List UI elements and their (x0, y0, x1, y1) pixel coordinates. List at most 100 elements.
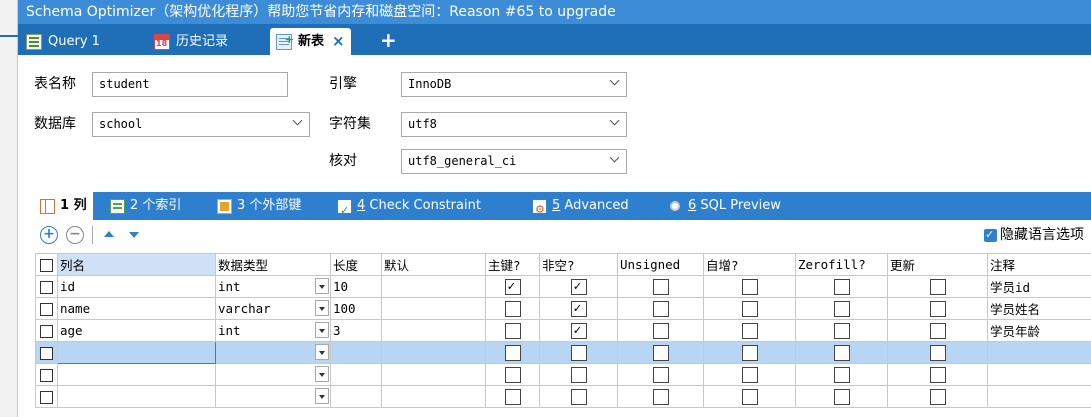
remove-column-icon[interactable]: − (66, 226, 84, 244)
header-not-null[interactable]: 非空? (539, 253, 618, 276)
header-auto-increment[interactable]: 自增? (703, 253, 796, 276)
cell-auto-increment[interactable] (703, 385, 796, 408)
cell-primary-key[interactable] (485, 319, 540, 342)
cell-unsigned[interactable] (617, 363, 704, 386)
cell-default[interactable] (381, 297, 486, 320)
tab-foreign-keys[interactable]: 3 个外部键 (217, 192, 301, 220)
cell-not-null[interactable] (539, 319, 618, 342)
tab-history[interactable]: 历史记录 (154, 28, 228, 55)
header-unsigned[interactable]: Unsigned (617, 253, 704, 276)
dropdown-arrow-icon[interactable] (315, 300, 329, 316)
tab-sql-preview[interactable]: 6 SQL Preview (670, 192, 781, 220)
collation-select[interactable]: utf8_general_ci (401, 149, 627, 174)
cell-default[interactable] (381, 319, 486, 342)
cell-primary-key[interactable] (485, 385, 540, 408)
table-row[interactable] (35, 363, 1091, 386)
cell-column-name[interactable] (57, 363, 216, 386)
table-row[interactable]: idint 10 学员id (35, 275, 1091, 298)
cell-data-type[interactable]: int (215, 319, 331, 342)
row-select-checkbox[interactable] (35, 363, 58, 386)
cell-update[interactable] (887, 385, 988, 408)
table-row[interactable] (35, 341, 1091, 364)
row-select-checkbox[interactable] (35, 275, 58, 298)
row-select-checkbox[interactable] (35, 297, 58, 320)
table-row[interactable]: ageint 3 学员年龄 (35, 319, 1091, 342)
cell-default[interactable] (381, 363, 486, 386)
cell-unsigned[interactable] (617, 319, 704, 342)
add-tab-icon[interactable]: + (380, 27, 397, 54)
cell-column-name[interactable] (57, 385, 216, 408)
cell-unsigned[interactable] (617, 385, 704, 408)
cell-zerofill[interactable] (795, 385, 888, 408)
cell-unsigned[interactable] (617, 297, 704, 320)
cell-not-null[interactable] (539, 341, 618, 364)
dropdown-arrow-icon[interactable] (315, 322, 329, 338)
cell-auto-increment[interactable] (703, 341, 796, 364)
engine-select[interactable]: InnoDB (401, 72, 627, 97)
dropdown-arrow-icon[interactable] (315, 366, 329, 382)
add-column-icon[interactable]: + (40, 226, 58, 244)
select-all-checkbox[interactable] (35, 253, 58, 276)
cell-data-type[interactable]: varchar (215, 297, 331, 320)
cell-primary-key[interactable] (485, 341, 540, 364)
cell-not-null[interactable] (539, 363, 618, 386)
charset-select[interactable]: utf8 (401, 112, 627, 137)
cell-length[interactable]: 100 (330, 297, 382, 320)
cell-data-type[interactable] (215, 341, 331, 364)
cell-zerofill[interactable] (795, 341, 888, 364)
cell-data-type[interactable] (215, 363, 331, 386)
dropdown-arrow-icon[interactable] (315, 388, 329, 404)
table-row[interactable]: namevarchar 100 学员姓名 (35, 297, 1091, 320)
cell-primary-key[interactable] (485, 363, 540, 386)
row-select-checkbox[interactable] (35, 385, 58, 408)
cell-length[interactable]: 3 (330, 319, 382, 342)
cell-not-null[interactable] (539, 275, 618, 298)
cell-zerofill[interactable] (795, 363, 888, 386)
cell-column-name[interactable]: age (57, 319, 216, 342)
cell-unsigned[interactable] (617, 341, 704, 364)
cell-comment[interactable] (987, 385, 1091, 408)
cell-column-name[interactable] (57, 341, 216, 364)
dropdown-arrow-icon[interactable] (315, 278, 329, 294)
header-length[interactable]: 长度 (330, 253, 382, 276)
cell-length[interactable]: 10 (330, 275, 382, 298)
dropdown-arrow-icon[interactable] (315, 344, 329, 360)
tab-advanced[interactable]: 5 Advanced (532, 192, 629, 224)
tab-query-1[interactable]: Query 1 (26, 28, 100, 55)
cell-not-null[interactable] (539, 385, 618, 408)
cell-zerofill[interactable] (795, 319, 888, 342)
cell-default[interactable] (381, 275, 486, 298)
cell-update[interactable] (887, 319, 988, 342)
cell-length[interactable] (330, 363, 382, 386)
cell-update[interactable] (887, 363, 988, 386)
move-down-icon[interactable] (129, 232, 139, 238)
cell-data-type[interactable]: int (215, 275, 331, 298)
cell-column-name[interactable]: name (57, 297, 216, 320)
cell-update[interactable] (887, 297, 988, 320)
cell-update[interactable] (887, 341, 988, 364)
cell-primary-key[interactable] (485, 297, 540, 320)
row-select-checkbox[interactable] (35, 341, 58, 364)
cell-comment[interactable] (987, 363, 1091, 386)
cell-unsigned[interactable] (617, 275, 704, 298)
cell-primary-key[interactable] (485, 275, 540, 298)
cell-auto-increment[interactable] (703, 275, 796, 298)
header-primary-key[interactable]: 主键? (485, 253, 540, 276)
hide-language-options-checkbox[interactable]: 隐藏语言选项 (984, 226, 1084, 244)
cell-default[interactable] (381, 385, 486, 408)
cell-auto-increment[interactable] (703, 319, 796, 342)
upgrade-banner[interactable]: Schema Optimizer（架构优化程序）帮助您节省内存和磁盘空间：Rea… (18, 0, 1091, 24)
header-default[interactable]: 默认 (381, 253, 486, 276)
cell-length[interactable] (330, 385, 382, 408)
header-column-name[interactable]: 列名 (57, 253, 216, 276)
header-data-type[interactable]: 数据类型 (215, 253, 331, 276)
cell-column-name[interactable]: id (57, 275, 216, 298)
cell-auto-increment[interactable] (703, 363, 796, 386)
cell-comment[interactable]: 学员年龄 (987, 319, 1091, 342)
close-icon[interactable]: × (332, 28, 345, 55)
cell-length[interactable] (330, 341, 382, 364)
header-update[interactable]: 更新 (887, 253, 988, 276)
table-row[interactable] (35, 385, 1091, 408)
row-select-checkbox[interactable] (35, 319, 58, 342)
tab-new-table[interactable]: 新表 × (270, 26, 351, 55)
